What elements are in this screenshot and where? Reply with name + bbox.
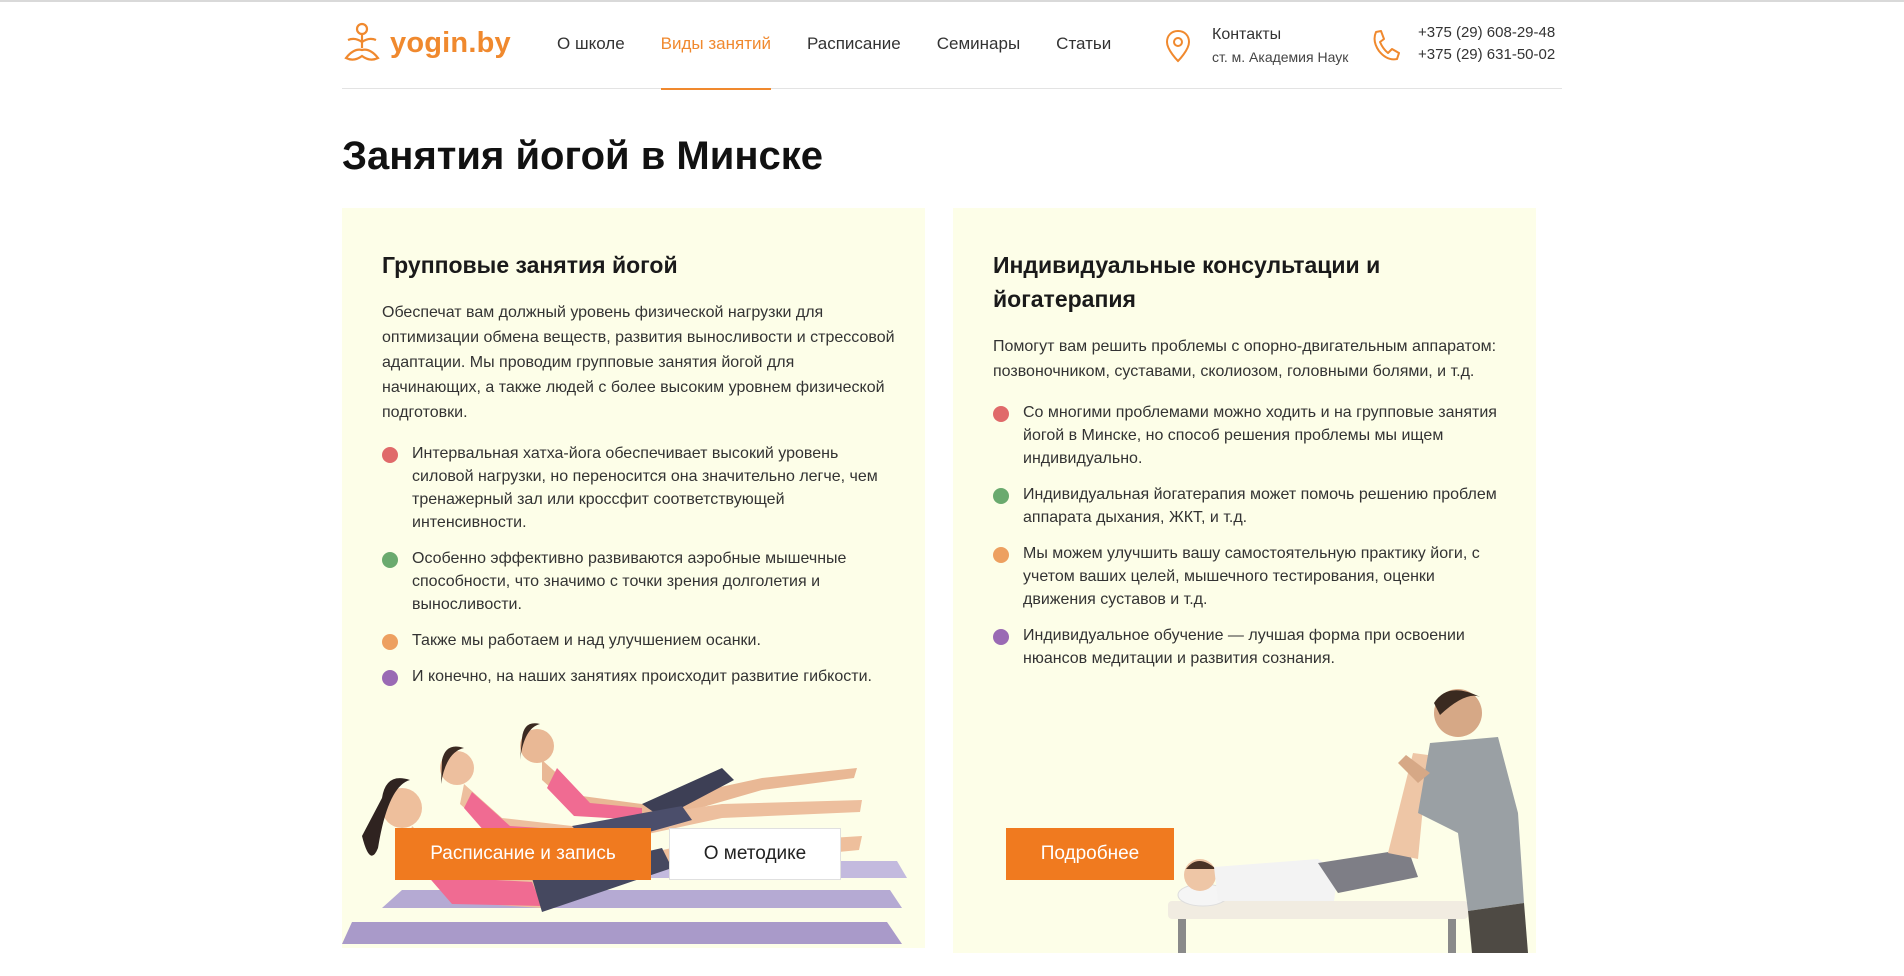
list-item: Также мы работаем и над улучшением осанк… bbox=[382, 629, 895, 652]
benefits-list: Со многими проблемами можно ходить и на … bbox=[993, 401, 1506, 670]
page-title: Занятия йогой в Минске bbox=[342, 134, 824, 178]
phones-block: +375 (29) 608-29-48 +375 (29) 631-50-02 bbox=[1370, 22, 1555, 66]
list-item: И конечно, на наших занятиях происходит … bbox=[382, 665, 895, 688]
nav-item-seminars[interactable]: Семинары bbox=[937, 0, 1020, 89]
card-title: Индивидуальные консультации и йогатерапи… bbox=[993, 252, 1381, 312]
logo[interactable]: yogin.by bbox=[342, 20, 511, 66]
list-item: Индивидуальная йогатерапия может помочь … bbox=[993, 483, 1506, 529]
map-pin-icon bbox=[1165, 29, 1191, 63]
nav-item-schedule[interactable]: Расписание bbox=[807, 0, 901, 89]
card-title: Групповые занятия йогой bbox=[382, 252, 678, 278]
contacts-title: Контакты bbox=[1212, 26, 1282, 43]
bullet-dot bbox=[382, 447, 398, 463]
schedule-signup-button[interactable]: Расписание и запись bbox=[395, 828, 651, 880]
bullet-dot bbox=[993, 547, 1009, 563]
phone-number-1[interactable]: +375 (29) 608-29-48 bbox=[1418, 22, 1555, 44]
bullet-dot bbox=[382, 552, 398, 568]
list-item: Со многими проблемами можно ходить и на … bbox=[993, 401, 1506, 470]
bullet-dot bbox=[382, 634, 398, 650]
bullet-dot bbox=[993, 629, 1009, 645]
group-classes-card: Групповые занятия йогой Обеспечат вам до… bbox=[342, 208, 925, 948]
card-description: Обеспечат вам должный уровень физической… bbox=[382, 304, 895, 421]
main-nav: О школе Виды занятий Расписание Семинары… bbox=[557, 0, 1147, 90]
nav-item-articles[interactable]: Статьи bbox=[1056, 0, 1111, 89]
method-button[interactable]: О методике bbox=[669, 828, 841, 880]
contacts-block[interactable]: Контакты ст. м. Академия Наук bbox=[1164, 24, 1348, 68]
more-details-button[interactable]: Подробнее bbox=[1006, 828, 1174, 880]
benefits-list: Интервальная хатха-йога обеспечивает выс… bbox=[382, 442, 895, 688]
logo-text: yogin.by bbox=[390, 26, 511, 59]
individual-consultations-card: Индивидуальные консультации и йогатерапи… bbox=[953, 208, 1536, 953]
yoga-logo-icon bbox=[344, 22, 380, 61]
nav-item-about[interactable]: О школе bbox=[557, 0, 625, 89]
bullet-dot bbox=[993, 406, 1009, 422]
list-item: Интервальная хатха-йога обеспечивает выс… bbox=[382, 442, 895, 534]
card-description: Помогут вам решить проблемы с опорно-дви… bbox=[993, 338, 1497, 380]
bullet-dot bbox=[993, 488, 1009, 504]
contacts-subtitle: ст. м. Академия Наук bbox=[1212, 49, 1349, 65]
yoga-therapy-photo bbox=[1168, 689, 1528, 953]
site-header: yogin.by О школе Виды занятий Расписание… bbox=[342, 0, 1562, 90]
nav-item-classes[interactable]: Виды занятий bbox=[660, 0, 772, 90]
bullet-dot bbox=[382, 670, 398, 686]
phone-icon bbox=[1373, 30, 1400, 61]
list-item: Мы можем улучшить вашу самостоятельную п… bbox=[993, 542, 1506, 611]
list-item: Особенно эффективно развиваются аэробные… bbox=[382, 547, 895, 616]
phone-number-2[interactable]: +375 (29) 631-50-02 bbox=[1418, 44, 1555, 66]
